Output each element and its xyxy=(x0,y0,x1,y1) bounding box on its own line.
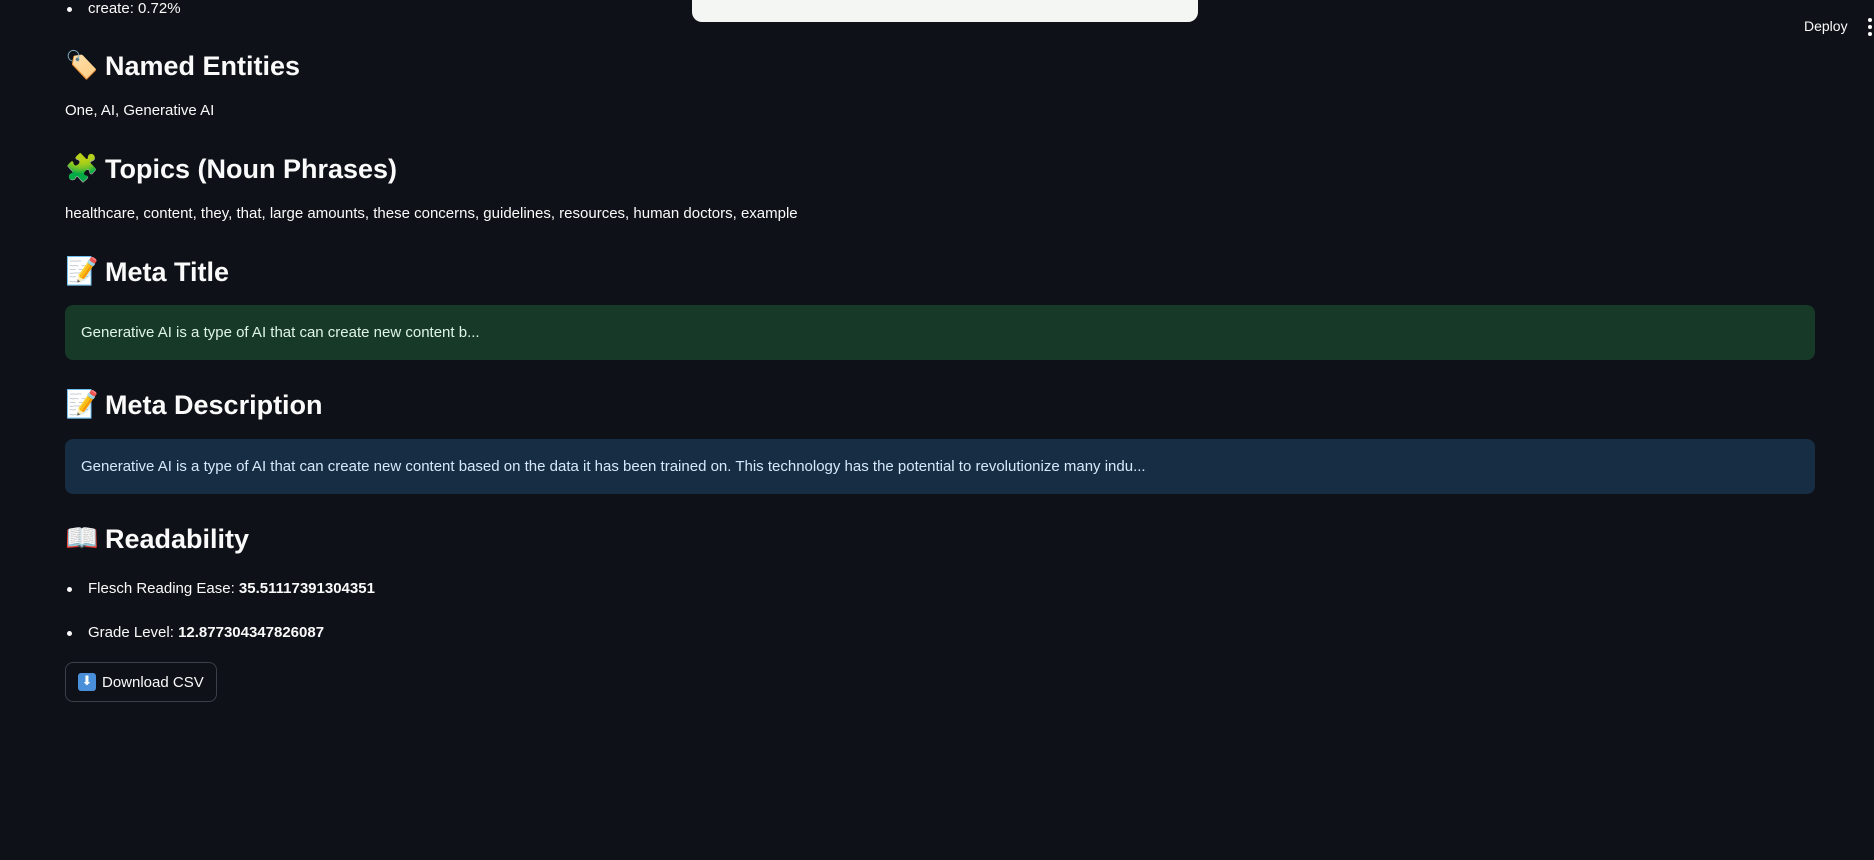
list-item: create: 0.72% xyxy=(65,0,181,20)
flesch-label: Flesch Reading Ease: xyxy=(88,580,235,597)
readability-heading: 📖 Readability xyxy=(65,522,249,556)
named-entities-text: One, AI, Generative AI xyxy=(65,102,215,119)
open-book-icon: 📖 xyxy=(65,523,99,554)
kebab-dot xyxy=(1868,32,1872,36)
grade-level-value: 12.877304347826087 xyxy=(178,624,325,641)
kebab-dot xyxy=(1868,18,1872,22)
list-item: Flesch Reading Ease: 35.51117391304351 xyxy=(65,578,375,600)
heading-text: Topics (Noun Phrases) xyxy=(105,154,398,184)
memo-icon: 📝 xyxy=(65,256,99,287)
download-csv-button[interactable]: ⬇ Download CSV xyxy=(65,662,217,702)
puzzle-piece-icon: 🧩 xyxy=(65,153,99,184)
readability-list: Flesch Reading Ease: 35.51117391304351 G… xyxy=(65,578,375,644)
deploy-button[interactable]: Deploy xyxy=(1798,14,1854,38)
meta-description-text: Generative AI is a type of AI that can c… xyxy=(81,458,1146,475)
list-item: Grade Level: 12.877304347826087 xyxy=(65,622,375,644)
flesch-value: 35.51117391304351 xyxy=(238,580,375,597)
download-label: Download CSV xyxy=(102,673,204,691)
named-entities-heading: 🏷️ Named Entities xyxy=(65,49,300,83)
meta-title-text: Generative AI is a type of AI that can c… xyxy=(81,324,480,341)
keyword-value: 0.72% xyxy=(138,0,181,17)
heading-text: Meta Title xyxy=(105,257,230,287)
topics-heading: 🧩 Topics (Noun Phrases) xyxy=(65,152,397,186)
popup-panel-edge xyxy=(692,0,1198,22)
topics-text: healthcare, content, they, that, large a… xyxy=(65,205,798,222)
meta-title-heading: 📝 Meta Title xyxy=(65,255,229,289)
heading-text: Readability xyxy=(105,524,250,554)
kebab-menu-icon[interactable] xyxy=(1866,18,1874,36)
heading-text: Meta Description xyxy=(105,390,323,420)
meta-title-alert: Generative AI is a type of AI that can c… xyxy=(65,305,1815,360)
meta-description-heading: 📝 Meta Description xyxy=(65,388,323,422)
heading-text: Named Entities xyxy=(105,51,301,81)
down-arrow-icon: ⬇ xyxy=(78,673,96,691)
keyword-density-list: create: 0.72% xyxy=(65,0,181,20)
keyword-label: create: xyxy=(88,0,134,17)
meta-description-alert: Generative AI is a type of AI that can c… xyxy=(65,439,1815,494)
grade-level-label: Grade Level: xyxy=(88,624,174,641)
tag-icon: 🏷️ xyxy=(65,50,99,81)
kebab-dot xyxy=(1868,25,1872,29)
memo-icon: 📝 xyxy=(65,389,99,420)
